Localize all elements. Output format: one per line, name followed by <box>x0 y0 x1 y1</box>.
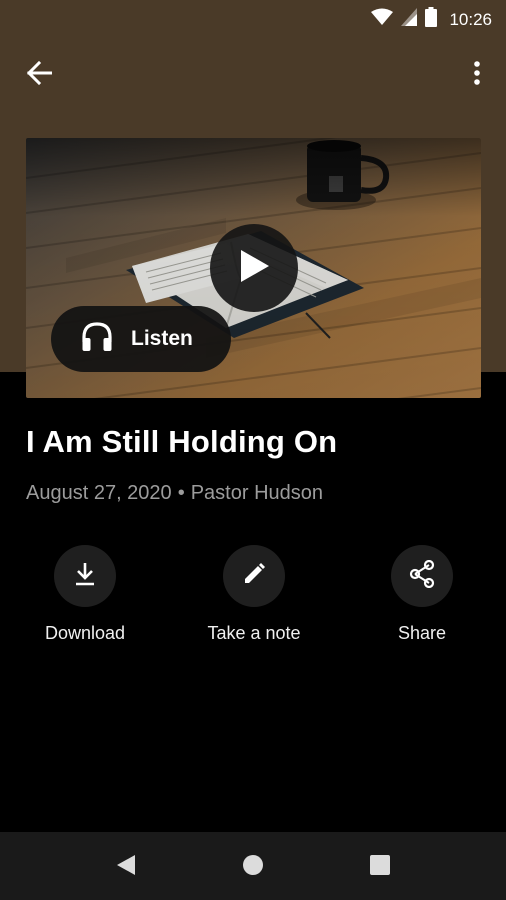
nav-recents-button[interactable] <box>365 852 395 882</box>
status-time: 10:26 <box>449 9 492 29</box>
meta-separator: • <box>177 482 185 504</box>
square-recents-icon <box>369 854 391 881</box>
nav-back-button[interactable] <box>111 852 141 882</box>
pencil-icon <box>242 562 266 591</box>
listen-label: Listen <box>131 327 193 350</box>
more-options-button[interactable] <box>466 60 488 90</box>
play-button[interactable] <box>210 224 298 312</box>
battery-icon <box>425 7 438 32</box>
share-label: Share <box>397 623 447 643</box>
take-note-circle[interactable] <box>223 545 285 607</box>
play-icon <box>237 248 271 289</box>
share-button[interactable]: Share <box>342 545 502 644</box>
app-bar <box>0 52 506 96</box>
sermon-title: I Am Still Holding On <box>26 424 338 459</box>
sermon-speaker: Pastor Hudson <box>190 482 323 504</box>
listen-button[interactable]: Listen <box>51 306 231 372</box>
system-nav-bar <box>0 832 506 900</box>
nav-home-button[interactable] <box>238 852 268 882</box>
action-row: Download Take a note Share <box>0 545 506 655</box>
arrow-back-icon <box>26 60 53 90</box>
sermon-meta: August 27, 2020 • Pastor Hudson <box>26 482 323 505</box>
share-circle[interactable] <box>391 545 453 607</box>
circle-home-icon <box>242 854 264 881</box>
share-icon <box>409 559 435 593</box>
back-button[interactable] <box>24 60 54 90</box>
download-icon <box>73 561 97 592</box>
take-note-label: Take a note <box>207 623 301 643</box>
status-bar: 10:26 <box>0 0 506 36</box>
sermon-date: August 27, 2020 <box>26 482 172 504</box>
take-note-button[interactable]: Take a note <box>174 545 334 644</box>
headphones-icon <box>81 321 113 357</box>
download-label: Download <box>44 623 126 643</box>
status-icons: 10:26 <box>371 7 492 32</box>
download-button[interactable]: Download <box>5 545 165 644</box>
wifi-icon <box>371 8 394 31</box>
download-circle[interactable] <box>54 545 116 607</box>
more-vert-icon <box>474 60 480 90</box>
cell-signal-icon <box>401 8 418 31</box>
triangle-back-icon <box>116 854 136 881</box>
